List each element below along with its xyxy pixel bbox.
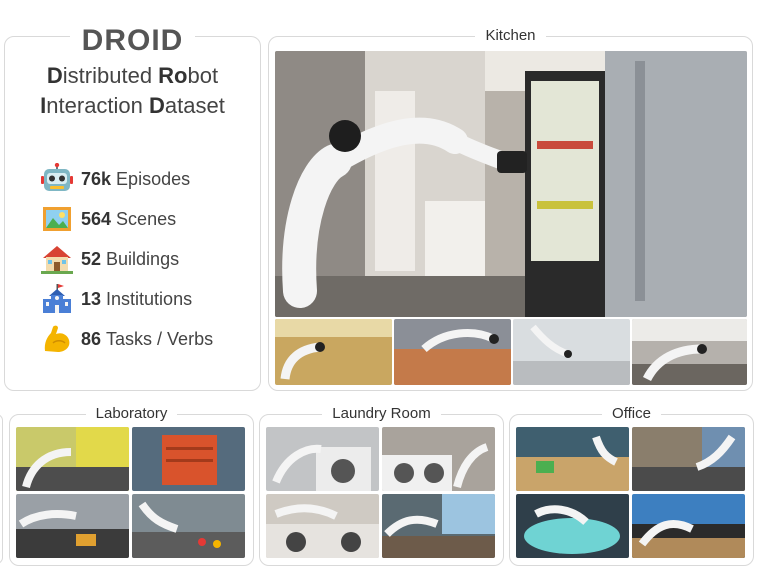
stat-episodes: 76k Episodes <box>41 163 190 195</box>
laundry-panel: Laundry Room <box>259 405 504 566</box>
office-photo-2 <box>632 427 745 491</box>
kitchen-label: Kitchen <box>475 27 546 44</box>
house-icon <box>41 246 73 274</box>
stat-number: 76k <box>81 168 112 189</box>
stat-tasks: 86 Tasks / Verbs <box>41 323 213 355</box>
kitchen-thumb-3 <box>513 319 630 385</box>
kitchen-thumb-2 <box>394 319 511 385</box>
laboratory-panel: Laboratory <box>9 405 254 566</box>
laundry-photo-2 <box>382 427 495 491</box>
picture-icon <box>43 207 71 231</box>
stat-scenes: 564 Scenes <box>41 203 176 235</box>
laundry-photo-3 <box>266 494 379 558</box>
kitchen-thumb-1 <box>275 319 392 385</box>
partial-panel-left <box>0 414 3 564</box>
droid-info-panel: DROID Distributed Robot Interaction Data… <box>4 24 261 391</box>
office-label: Office <box>602 405 661 422</box>
laboratory-photo-2 <box>132 427 245 491</box>
stat-buildings: 52 Buildings <box>41 243 179 275</box>
dataset-subtitle-line2: Interaction Dataset <box>40 93 225 118</box>
flexed-biceps-icon <box>44 325 70 352</box>
kitchen-thumb-4 <box>632 319 747 385</box>
stat-institutions: 13 Institutions <box>41 283 192 315</box>
laundry-photo-1 <box>266 427 379 491</box>
robot-icon <box>41 163 73 191</box>
stat-label: Buildings <box>106 248 180 269</box>
school-icon <box>43 284 71 313</box>
kitchen-panel: Kitchen <box>268 27 753 391</box>
laboratory-label: Laboratory <box>85 405 178 422</box>
dataset-subtitle-line1: Distributed Robot <box>46 63 219 88</box>
laundry-label: Laundry Room <box>322 405 441 422</box>
office-panel: Office <box>509 405 754 566</box>
office-photo-3 <box>516 494 629 558</box>
laboratory-photo-1 <box>16 427 129 491</box>
office-photo-4 <box>632 494 745 558</box>
laboratory-photo-4 <box>132 494 245 558</box>
stat-label: Episodes <box>116 168 191 189</box>
stat-label: Institutions <box>106 288 193 309</box>
laundry-photo-4 <box>382 494 495 558</box>
laboratory-photo-3 <box>16 494 129 558</box>
stat-number: 564 <box>81 208 112 229</box>
office-photo-1 <box>516 427 629 491</box>
stat-number: 13 <box>81 288 102 309</box>
stat-label: Scenes <box>116 208 177 229</box>
kitchen-main-photo <box>275 51 747 317</box>
dataset-title: DROID <box>69 24 196 57</box>
stat-label: Tasks / Verbs <box>106 328 214 349</box>
stat-number: 52 <box>81 248 102 269</box>
stat-number: 86 <box>81 328 102 349</box>
